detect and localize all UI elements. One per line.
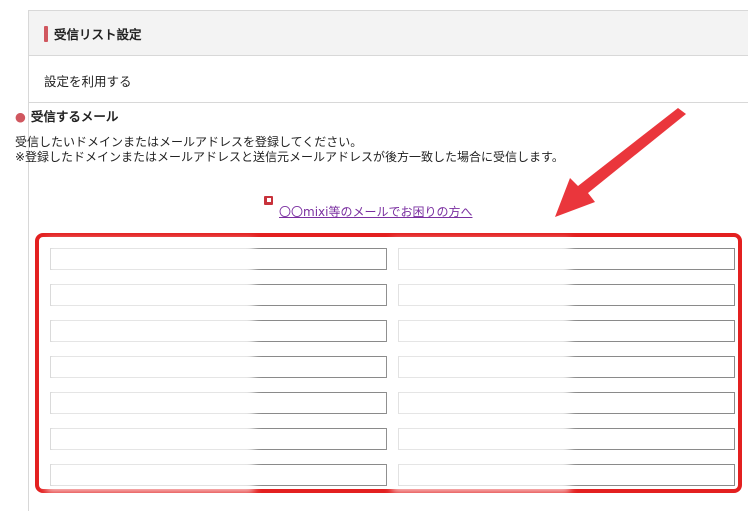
description-line-1: 受信したいドメインまたはメールアドレスを登録してください。 — [15, 135, 363, 149]
section-header: 受信リスト設定 — [29, 11, 748, 56]
page-title: 受信リスト設定 — [54, 27, 142, 42]
description-line-2: ※登録したドメインまたはメールアドレスと送信元メールアドレスが後方一致した場合に… — [15, 150, 564, 164]
use-setting-label: 設定を利用する — [44, 74, 132, 89]
header-accent-bar — [44, 26, 48, 42]
blur-overlay — [46, 240, 254, 492]
blur-overlay — [392, 240, 570, 492]
mixi-help-link[interactable]: 〇〇mixi等のメールでお困りの方へ — [279, 203, 472, 220]
use-setting-row[interactable]: 設定を利用する — [29, 56, 748, 103]
link-square-icon — [264, 196, 273, 205]
description: 受信したいドメインまたはメールアドレスを登録してください。 ※登録したドメインま… — [15, 135, 564, 165]
bullet-dot-icon: ● — [15, 109, 26, 124]
pointer-arrow-icon — [555, 108, 686, 217]
receive-mail-heading: ● 受信するメール — [15, 106, 118, 125]
receive-mail-title: 受信するメール — [30, 109, 119, 124]
